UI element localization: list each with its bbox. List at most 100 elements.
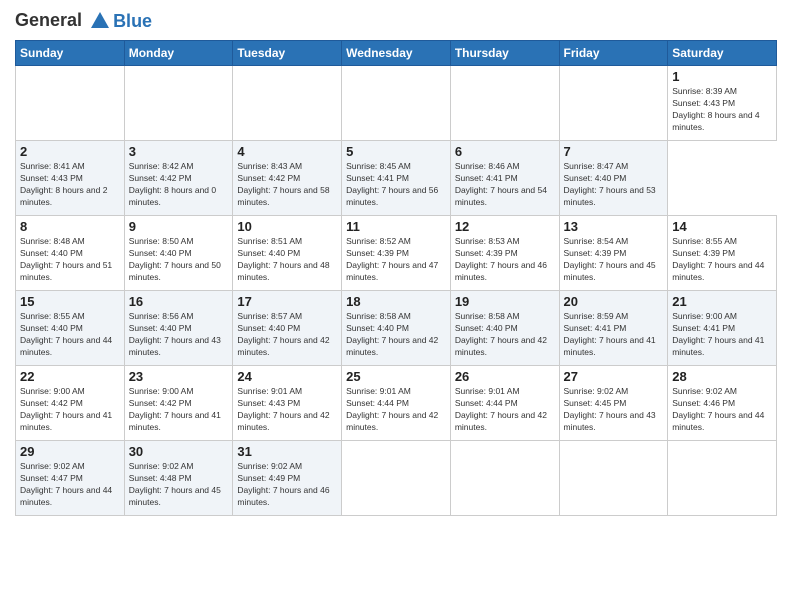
day-info: Sunrise: 8:47 AMSunset: 4:40 PMDaylight:… [564, 161, 664, 209]
header-cell-friday: Friday [559, 41, 668, 66]
day-cell-27: 27 Sunrise: 9:02 AMSunset: 4:45 PMDayligh… [559, 366, 668, 441]
header-cell-tuesday: Tuesday [233, 41, 342, 66]
day-cell-17: 17Sunrise: 8:57 AMSunset: 4:40 PMDayligh… [233, 291, 342, 366]
day-info: Sunrise: 9:01 AMSunset: 4:43 PMDaylight:… [237, 386, 337, 434]
day-number: 28 [672, 369, 772, 384]
day-cell-8: 8Sunrise: 8:48 AMSunset: 4:40 PMDaylight… [16, 216, 125, 291]
day-number: 12 [455, 219, 555, 234]
day-info: Sunrise: 8:45 AMSunset: 4:41 PMDaylight:… [346, 161, 446, 209]
header-row: SundayMondayTuesdayWednesdayThursdayFrid… [16, 41, 777, 66]
day-number: 24 [237, 369, 337, 384]
day-info: Sunrise: 8:57 AMSunset: 4:40 PMDaylight:… [237, 311, 337, 359]
day-cell-18: 18 Sunrise: 8:58 AMSunset: 4:40 PMDayligh… [342, 291, 451, 366]
day-cell-10: 10Sunrise: 8:51 AMSunset: 4:40 PMDayligh… [233, 216, 342, 291]
header-cell-thursday: Thursday [450, 41, 559, 66]
day-info: Sunrise: 8:50 AMSunset: 4:40 PMDaylight:… [129, 236, 229, 284]
empty-cell [559, 66, 668, 141]
header-cell-sunday: Sunday [16, 41, 125, 66]
day-cell-21: 21 Sunrise: 9:00 AMSunset: 4:41 PMDayligh… [668, 291, 777, 366]
day-cell-24: 24 Sunrise: 9:01 AMSunset: 4:43 PMDayligh… [233, 366, 342, 441]
day-number: 29 [20, 444, 120, 459]
day-info: Sunrise: 8:55 AMSunset: 4:40 PMDaylight:… [20, 311, 120, 359]
day-cell-7: 7 Sunrise: 8:47 AMSunset: 4:40 PMDaylight… [559, 141, 668, 216]
calendar-table: SundayMondayTuesdayWednesdayThursdayFrid… [15, 40, 777, 516]
day-info: Sunrise: 9:01 AMSunset: 4:44 PMDaylight:… [455, 386, 555, 434]
day-cell-3: 3 Sunrise: 8:42 AMSunset: 4:42 PMDaylight… [124, 141, 233, 216]
day-number: 19 [455, 294, 555, 309]
day-cell-16: 16 Sunrise: 8:56 AMSunset: 4:40 PMDayligh… [124, 291, 233, 366]
calendar-page: General Blue SundayMondayTuesdayWednesda… [0, 0, 792, 612]
week-row-4: 15Sunrise: 8:55 AMSunset: 4:40 PMDayligh… [16, 291, 777, 366]
day-cell-12: 12 Sunrise: 8:53 AMSunset: 4:39 PMDayligh… [450, 216, 559, 291]
day-cell-6: 6Sunrise: 8:46 AMSunset: 4:41 PMDaylight… [450, 141, 559, 216]
day-cell-22: 22Sunrise: 9:00 AMSunset: 4:42 PMDayligh… [16, 366, 125, 441]
day-cell-31: 31 Sunrise: 9:02 AMSunset: 4:49 PMDayligh… [233, 441, 342, 516]
day-info: Sunrise: 8:52 AMSunset: 4:39 PMDaylight:… [346, 236, 446, 284]
day-cell-23: 23Sunrise: 9:00 AMSunset: 4:42 PMDayligh… [124, 366, 233, 441]
day-cell-25: 25Sunrise: 9:01 AMSunset: 4:44 PMDayligh… [342, 366, 451, 441]
day-info: Sunrise: 8:42 AMSunset: 4:42 PMDaylight:… [129, 161, 229, 209]
day-info: Sunrise: 8:56 AMSunset: 4:40 PMDaylight:… [129, 311, 229, 359]
day-number: 27 [564, 369, 664, 384]
day-number: 11 [346, 219, 446, 234]
day-info: Sunrise: 8:39 AMSunset: 4:43 PMDaylight:… [672, 86, 772, 134]
day-number: 18 [346, 294, 446, 309]
header-cell-wednesday: Wednesday [342, 41, 451, 66]
day-cell-15: 15Sunrise: 8:55 AMSunset: 4:40 PMDayligh… [16, 291, 125, 366]
day-number: 26 [455, 369, 555, 384]
day-cell-29: 29Sunrise: 9:02 AMSunset: 4:47 PMDayligh… [16, 441, 125, 516]
day-number: 10 [237, 219, 337, 234]
day-number: 14 [672, 219, 772, 234]
day-number: 23 [129, 369, 229, 384]
calendar-header: SundayMondayTuesdayWednesdayThursdayFrid… [16, 41, 777, 66]
day-info: Sunrise: 8:53 AMSunset: 4:39 PMDaylight:… [455, 236, 555, 284]
day-number: 22 [20, 369, 120, 384]
day-number: 21 [672, 294, 772, 309]
empty-cell [559, 441, 668, 516]
day-number: 16 [129, 294, 229, 309]
day-info: Sunrise: 8:58 AMSunset: 4:40 PMDaylight:… [346, 311, 446, 359]
day-info: Sunrise: 9:02 AMSunset: 4:46 PMDaylight:… [672, 386, 772, 434]
day-cell-2: 2Sunrise: 8:41 AMSunset: 4:43 PMDaylight… [16, 141, 125, 216]
day-info: Sunrise: 8:46 AMSunset: 4:41 PMDaylight:… [455, 161, 555, 209]
logo-text: General [15, 10, 111, 32]
empty-cell [16, 66, 125, 141]
day-number: 13 [564, 219, 664, 234]
logo-icon [89, 10, 111, 32]
day-cell-1: 1Sunrise: 8:39 AMSunset: 4:43 PMDaylight… [668, 66, 777, 141]
empty-cell [450, 66, 559, 141]
day-number: 31 [237, 444, 337, 459]
empty-cell [124, 66, 233, 141]
day-number: 20 [564, 294, 664, 309]
day-info: Sunrise: 8:54 AMSunset: 4:39 PMDaylight:… [564, 236, 664, 284]
week-row-6: 29Sunrise: 9:02 AMSunset: 4:47 PMDayligh… [16, 441, 777, 516]
day-number: 7 [564, 144, 664, 159]
day-info: Sunrise: 9:02 AMSunset: 4:49 PMDaylight:… [237, 461, 337, 509]
day-number: 9 [129, 219, 229, 234]
header-cell-saturday: Saturday [668, 41, 777, 66]
day-number: 3 [129, 144, 229, 159]
day-cell-13: 13 Sunrise: 8:54 AMSunset: 4:39 PMDayligh… [559, 216, 668, 291]
logo: General Blue [15, 10, 152, 32]
day-cell-5: 5 Sunrise: 8:45 AMSunset: 4:41 PMDaylight… [342, 141, 451, 216]
header: General Blue [15, 10, 777, 32]
day-info: Sunrise: 9:00 AMSunset: 4:41 PMDaylight:… [672, 311, 772, 359]
day-number: 2 [20, 144, 120, 159]
empty-cell [342, 66, 451, 141]
day-cell-30: 30Sunrise: 9:02 AMSunset: 4:48 PMDayligh… [124, 441, 233, 516]
day-info: Sunrise: 9:02 AMSunset: 4:45 PMDaylight:… [564, 386, 664, 434]
logo-general: General [15, 10, 82, 30]
week-row-5: 22Sunrise: 9:00 AMSunset: 4:42 PMDayligh… [16, 366, 777, 441]
day-info: Sunrise: 8:55 AMSunset: 4:39 PMDaylight:… [672, 236, 772, 284]
day-number: 5 [346, 144, 446, 159]
week-row-2: 2Sunrise: 8:41 AMSunset: 4:43 PMDaylight… [16, 141, 777, 216]
day-cell-20: 20 Sunrise: 8:59 AMSunset: 4:41 PMDayligh… [559, 291, 668, 366]
day-cell-4: 4Sunrise: 8:43 AMSunset: 4:42 PMDaylight… [233, 141, 342, 216]
day-info: Sunrise: 8:59 AMSunset: 4:41 PMDaylight:… [564, 311, 664, 359]
empty-cell [233, 66, 342, 141]
day-cell-26: 26 Sunrise: 9:01 AMSunset: 4:44 PMDayligh… [450, 366, 559, 441]
empty-cell [668, 441, 777, 516]
calendar-body: 1Sunrise: 8:39 AMSunset: 4:43 PMDaylight… [16, 66, 777, 516]
day-info: Sunrise: 8:43 AMSunset: 4:42 PMDaylight:… [237, 161, 337, 209]
logo-blue: Blue [113, 11, 152, 32]
